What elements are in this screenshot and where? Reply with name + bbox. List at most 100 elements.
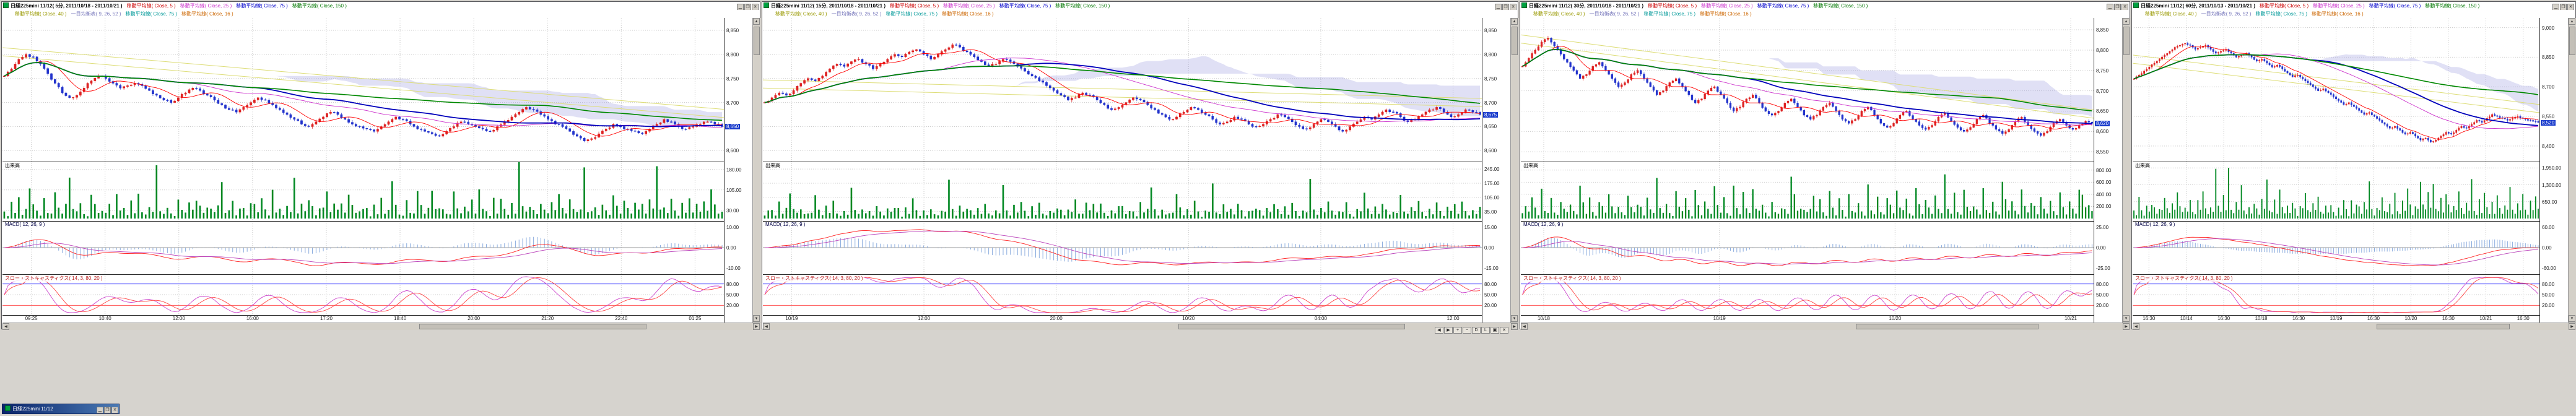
toolbar-button-D[interactable]: D [1472,327,1481,334]
scroll-up-button[interactable]: ▲ [2123,18,2130,25]
close-button[interactable]: ✕ [111,407,118,414]
scroll-down-button[interactable]: ▼ [1511,315,1518,322]
scroll-up-button[interactable]: ▲ [2569,18,2575,25]
horizontal-scrollbar[interactable]: ◀▶◀▶+−DL▣✕ [763,323,1518,330]
price-chart[interactable] [1521,18,2094,162]
close-button[interactable]: ✕ [2121,4,2128,10]
price-chart[interactable] [2,18,724,162]
close-button[interactable]: ✕ [1510,4,1516,10]
x-axis-label: 10/20 [1889,316,1901,321]
scroll-right-button[interactable]: ▶ [2569,323,2575,330]
price-chart[interactable] [763,18,1482,162]
v-scrollbar-thumb[interactable] [754,27,760,55]
vertical-scrollbar[interactable]: ▲▼ [752,18,760,323]
horizontal-scrollbar[interactable]: ◀▶ [2,323,760,330]
maximize-button[interactable]: ❐ [104,407,111,414]
toolbar-button-◀[interactable]: ◀ [1435,327,1443,334]
scroll-down-button[interactable]: ▼ [753,315,760,322]
chart-window-header[interactable]: 日経225mini 11/12( 60分, 2011/10/13 - 2011/… [2132,2,2575,10]
macd-chart[interactable] [2133,221,2539,274]
scroll-left-button[interactable]: ◀ [2133,323,2139,330]
stochastics-label: スロー・ストキャスティクス( 14, 3, 80, 20 ) [764,275,864,282]
restore-button[interactable]: ❐ [2560,4,2567,10]
toolbar-button-L[interactable]: L [1481,327,1490,334]
scroll-left-button[interactable]: ◀ [2,323,9,330]
toolbar-button-−[interactable]: − [1463,327,1471,334]
v-scrollbar-thumb[interactable] [1512,27,1518,55]
horizontal-scrollbar[interactable]: ◀▶ [2133,323,2576,330]
h-scrollbar-thumb[interactable] [1178,324,1405,329]
restore-button[interactable]: ❐ [744,4,751,10]
chart-window-header[interactable]: 日経225mini 11/12( 5分, 2011/10/18 - 2011/1… [2,2,760,10]
price-axis-label: 8,850 [726,28,739,33]
last-price-tag: 8,650 [725,124,740,129]
scroll-right-button[interactable]: ▶ [1511,323,1518,330]
macd-chart[interactable] [2,221,724,274]
section-divider [763,221,1510,222]
macd-chart[interactable] [763,221,1482,274]
chart-title: 日経225mini 11/12( 30分, 2011/10/18 - 2011/… [1529,3,1643,9]
h-scrollbar-thumb[interactable] [1856,324,2039,329]
restore-button[interactable]: ❐ [1502,4,1509,10]
minimized-window-title: 日経225mini 11/12 [12,406,53,412]
legend-item: 移動平均線( Close, 5 ) [890,3,939,9]
scroll-left-button[interactable]: ◀ [1521,323,1528,330]
chart-window-header[interactable]: 日経225mini 11/12( 30分, 2011/10/18 - 2011/… [1520,2,2130,10]
restore-button[interactable]: ❐ [2114,4,2121,10]
vertical-scrollbar[interactable]: ▲▼ [2568,18,2576,323]
legend-item: 移動平均線( Close, 75 ) [2369,3,2421,9]
volume-chart[interactable] [1521,162,2094,221]
legend-item: 移動平均線( Close, 25 ) [2313,3,2365,9]
scroll-up-button[interactable]: ▲ [1511,18,1518,25]
toolbar-button-▶[interactable]: ▶ [1444,327,1453,334]
vertical-scrollbar[interactable]: ▲▼ [1510,18,1518,323]
v-scrollbar-thumb[interactable] [2123,27,2130,55]
price-chart[interactable] [2133,18,2539,162]
stochastics-axis-label: 80.00 [1484,282,1497,287]
toolbar-button-▣[interactable]: ▣ [1490,327,1499,334]
legend-item: 一目均衡表( 9, 26, 52 ) [71,11,121,17]
minimize-button[interactable]: ▁ [2107,4,2113,10]
price-axis-label: 8,550 [2096,149,2108,155]
minimize-button[interactable]: ▁ [2552,4,2559,10]
volume-chart[interactable] [2133,162,2539,221]
toolbar-button-✕[interactable]: ✕ [1500,327,1508,334]
scroll-left-button[interactable]: ◀ [763,323,770,330]
scroll-down-button[interactable]: ▼ [2569,315,2575,322]
h-scrollbar-thumb[interactable] [419,324,646,329]
x-axis-label: 12:00 [1447,316,1460,321]
x-axis-label: 10/19 [2330,316,2342,321]
chart-window-header[interactable]: 日経225mini 11/12( 15分, 2011/10/18 - 2011/… [762,2,1518,10]
window-buttons: ▁❐✕ [2552,2,2574,10]
scroll-up-button[interactable]: ▲ [753,18,760,25]
minimized-chart-window[interactable]: 日経225mini 11/12 ▁❐✕ [2,404,120,414]
price-axis-label: 8,750 [726,76,739,82]
h-scrollbar-thumb[interactable] [2377,324,2510,329]
scroll-down-button[interactable]: ▼ [2123,315,2130,322]
close-button[interactable]: ✕ [752,4,759,10]
horizontal-scrollbar[interactable]: ◀▶ [1521,323,2130,330]
volume-chart[interactable] [2,162,724,221]
chart-icon [1521,2,1527,8]
macd-axis-label: 60.00 [2542,225,2554,230]
ma-legend-row2: 移動平均線( Close, 40 )一目均衡表( 9, 26, 52 )移動平均… [1520,10,2130,18]
minimize-button[interactable]: ▁ [1495,4,1502,10]
x-axis-label: 10/20 [1182,316,1194,321]
chart-body: 出来高MACD( 12, 26, 9 )スロー・ストキャスティクス( 14, 3… [2133,18,2576,330]
stochastics-chart[interactable] [763,274,1482,315]
toolbar-button-+[interactable]: + [1453,327,1462,334]
legend-item: 移動平均線( Close, 150 ) [2425,3,2479,9]
vertical-scrollbar[interactable]: ▲▼ [2122,18,2130,323]
window-buttons: ▁❐✕ [2106,2,2128,10]
restore-button[interactable]: ▁ [97,407,103,414]
scroll-right-button[interactable]: ▶ [753,323,760,330]
v-scrollbar-thumb[interactable] [2569,27,2575,55]
chart-window: 日経225mini 11/12( 60分, 2011/10/13 - 2011/… [2131,1,2576,329]
minimize-button[interactable]: ▁ [737,4,744,10]
stochastics-chart[interactable] [2,274,724,315]
price-section [2,18,724,162]
close-button[interactable]: ✕ [2567,4,2574,10]
scroll-right-button[interactable]: ▶ [2123,323,2130,330]
volume-chart[interactable] [763,162,1482,221]
macd-chart[interactable] [1521,221,2094,274]
